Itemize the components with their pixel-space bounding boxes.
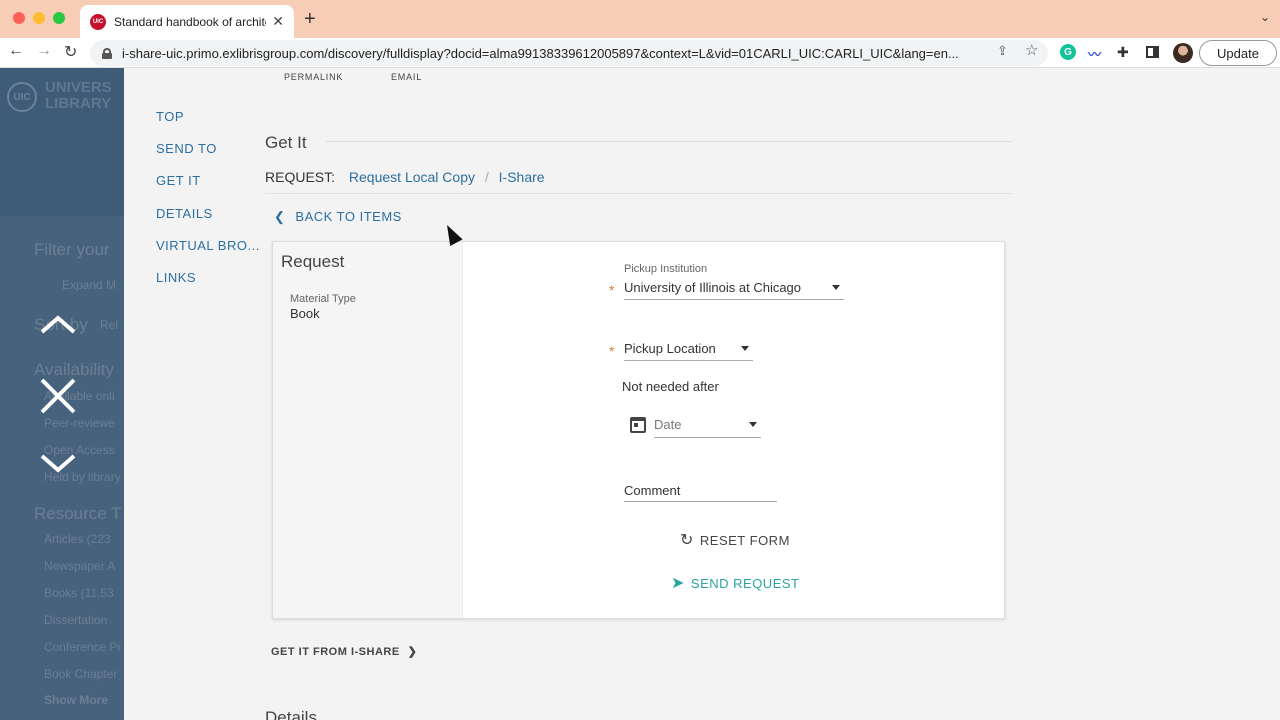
get-it-from-ishare-label: GET IT FROM I-SHARE <box>271 646 400 658</box>
request-row-divider <box>265 193 1012 194</box>
filter-heading: Filter your <box>34 240 110 259</box>
date-placeholder: Date <box>654 417 682 432</box>
dropdown-caret-icon <box>741 346 749 351</box>
material-type-value: Book <box>290 306 320 321</box>
back-to-items-label: BACK TO ITEMS <box>295 209 402 224</box>
required-asterisk: * <box>609 282 615 298</box>
request-summary-panel: Request Material Type Book <box>273 242 463 618</box>
not-needed-after-label: Not needed after <box>622 379 719 394</box>
tab-title: Standard handbook of architec <box>114 14 267 29</box>
side-nav-virtual-browse[interactable]: VIRTUAL BRO... <box>156 238 260 253</box>
uic-favicon-icon: UIC <box>90 13 106 30</box>
chevron-left-icon: ❮ <box>274 209 286 224</box>
section-divider <box>326 141 1012 142</box>
facet-item: Dissertation <box>44 613 108 627</box>
comment-label: Comment <box>624 483 681 498</box>
details-heading: Details <box>265 708 317 720</box>
url-text: i-share-uic.primo.exlibrisgroup.com/disc… <box>122 45 959 61</box>
request-ishare-link[interactable]: I-Share <box>499 169 545 185</box>
browser-toolbar: ← → ↻ i-share-uic.primo.exlibrisgroup.co… <box>0 38 1280 68</box>
pickup-institution-select[interactable]: University of Illinois at Chicago <box>624 280 844 300</box>
request-form-title: Request <box>281 252 345 271</box>
record-full-display: PERMALINK EMAIL TOP SEND TO GET IT DETAI… <box>124 68 1280 720</box>
send-request-button[interactable]: ➤ SEND REQUEST <box>671 573 799 593</box>
reset-refresh-icon: ↻ <box>680 532 694 549</box>
required-asterisk: * <box>609 343 615 359</box>
new-tab-icon[interactable]: + <box>304 8 316 31</box>
side-nav-get-it[interactable]: GET IT <box>156 173 201 188</box>
wave-extension-icon[interactable]: 〰 <box>1088 44 1104 62</box>
dropdown-caret-icon <box>749 422 757 427</box>
facet-item: Book Chapter <box>44 667 118 681</box>
side-nav-top[interactable]: TOP <box>156 109 184 124</box>
update-button[interactable]: Update <box>1199 40 1277 66</box>
share-icon[interactable]: ⇪ <box>997 43 1008 59</box>
request-type-row: REQUEST: Request Local Copy / I-Share <box>265 169 545 185</box>
library-brand-header: UIC UNIVERS LIBRARY <box>0 68 124 216</box>
material-type-label: Material Type <box>290 293 356 305</box>
reset-form-label: RESET FORM <box>699 532 790 548</box>
send-paper-plane-icon: ➤ <box>671 575 685 592</box>
reload-icon[interactable]: ↻ <box>64 42 77 62</box>
facets-panel-overlay: UIC UNIVERS LIBRARY Filter your Expand M… <box>0 68 124 720</box>
email-action[interactable]: EMAIL <box>391 72 422 82</box>
back-arrow-icon[interactable]: ← <box>8 42 24 60</box>
forward-arrow-icon[interactable]: → <box>36 42 52 60</box>
permalink-action[interactable]: PERMALINK <box>284 72 343 82</box>
window-maximize-button[interactable] <box>53 12 65 24</box>
expand-option: Expand M <box>62 278 117 292</box>
close-x-icon[interactable] <box>38 376 78 416</box>
send-request-label: SEND REQUEST <box>690 575 800 591</box>
back-to-items-button[interactable]: ❮ BACK TO ITEMS <box>274 209 402 225</box>
side-nav-details[interactable]: DETAILS <box>156 206 213 221</box>
lock-icon <box>102 47 112 59</box>
window-minimize-button[interactable] <box>33 12 45 24</box>
show-more-link: Show More <box>44 693 109 707</box>
profile-avatar[interactable] <box>1173 43 1193 63</box>
side-nav-links[interactable]: LINKS <box>156 270 196 285</box>
address-bar[interactable]: i-share-uic.primo.exlibrisgroup.com/disc… <box>90 40 1048 66</box>
request-form-card: Request Material Type Book Pickup Instit… <box>272 241 1005 619</box>
request-label: REQUEST: <box>265 169 336 185</box>
chevron-right-icon: ❯ <box>407 646 418 658</box>
sort-value: Rel <box>100 318 119 332</box>
tab-search-chevron-icon[interactable]: ⌄ <box>1260 10 1270 24</box>
pickup-location-select[interactable]: Pickup Location <box>624 341 753 361</box>
bookmark-star-icon[interactable]: ☆ <box>1025 41 1038 59</box>
pickup-institution-label: Pickup Institution <box>624 263 708 275</box>
resource-type-heading: Resource T <box>34 504 122 523</box>
scroll-up-chevron-icon[interactable] <box>38 314 78 336</box>
scroll-down-chevron-icon[interactable] <box>38 452 78 474</box>
pickup-location-value: Pickup Location <box>624 341 716 356</box>
extensions-puzzle-icon[interactable]: ✚ <box>1117 44 1133 60</box>
request-separator: / <box>484 169 489 185</box>
grammarly-extension-icon[interactable]: G <box>1060 44 1076 60</box>
comment-field[interactable]: Comment <box>624 483 777 502</box>
facet-item: Peer-reviewe <box>44 416 115 430</box>
get-it-from-ishare-link[interactable]: GET IT FROM I-SHARE ❯ <box>271 645 417 658</box>
side-nav-send-to[interactable]: SEND TO <box>156 141 217 156</box>
get-it-heading: Get It <box>265 133 307 152</box>
browser-tab-bar: UIC Standard handbook of architec ✕ + ⌄ <box>0 0 1280 38</box>
reset-form-button[interactable]: ↻ RESET FORM <box>680 530 790 550</box>
dropdown-caret-icon <box>832 285 840 290</box>
pickup-institution-value: University of Illinois at Chicago <box>624 280 802 295</box>
side-panel-icon[interactable] <box>1146 46 1159 58</box>
calendar-icon[interactable] <box>630 417 646 433</box>
window-close-button[interactable] <box>13 12 25 24</box>
facet-item: Articles (223 <box>44 532 111 546</box>
date-select[interactable]: Date <box>654 417 761 438</box>
uic-logo-icon: UIC <box>7 82 37 112</box>
library-brand-text: UNIVERS LIBRARY <box>45 79 112 112</box>
tab-close-icon[interactable]: ✕ <box>272 13 284 30</box>
request-local-copy-link[interactable]: Request Local Copy <box>349 169 475 185</box>
facet-item: Books (11,53 <box>44 586 114 600</box>
browser-tab[interactable]: UIC Standard handbook of architec ✕ <box>80 5 294 38</box>
facet-item: Conference Pr <box>44 640 122 654</box>
facet-item: Newspaper A <box>44 559 116 573</box>
